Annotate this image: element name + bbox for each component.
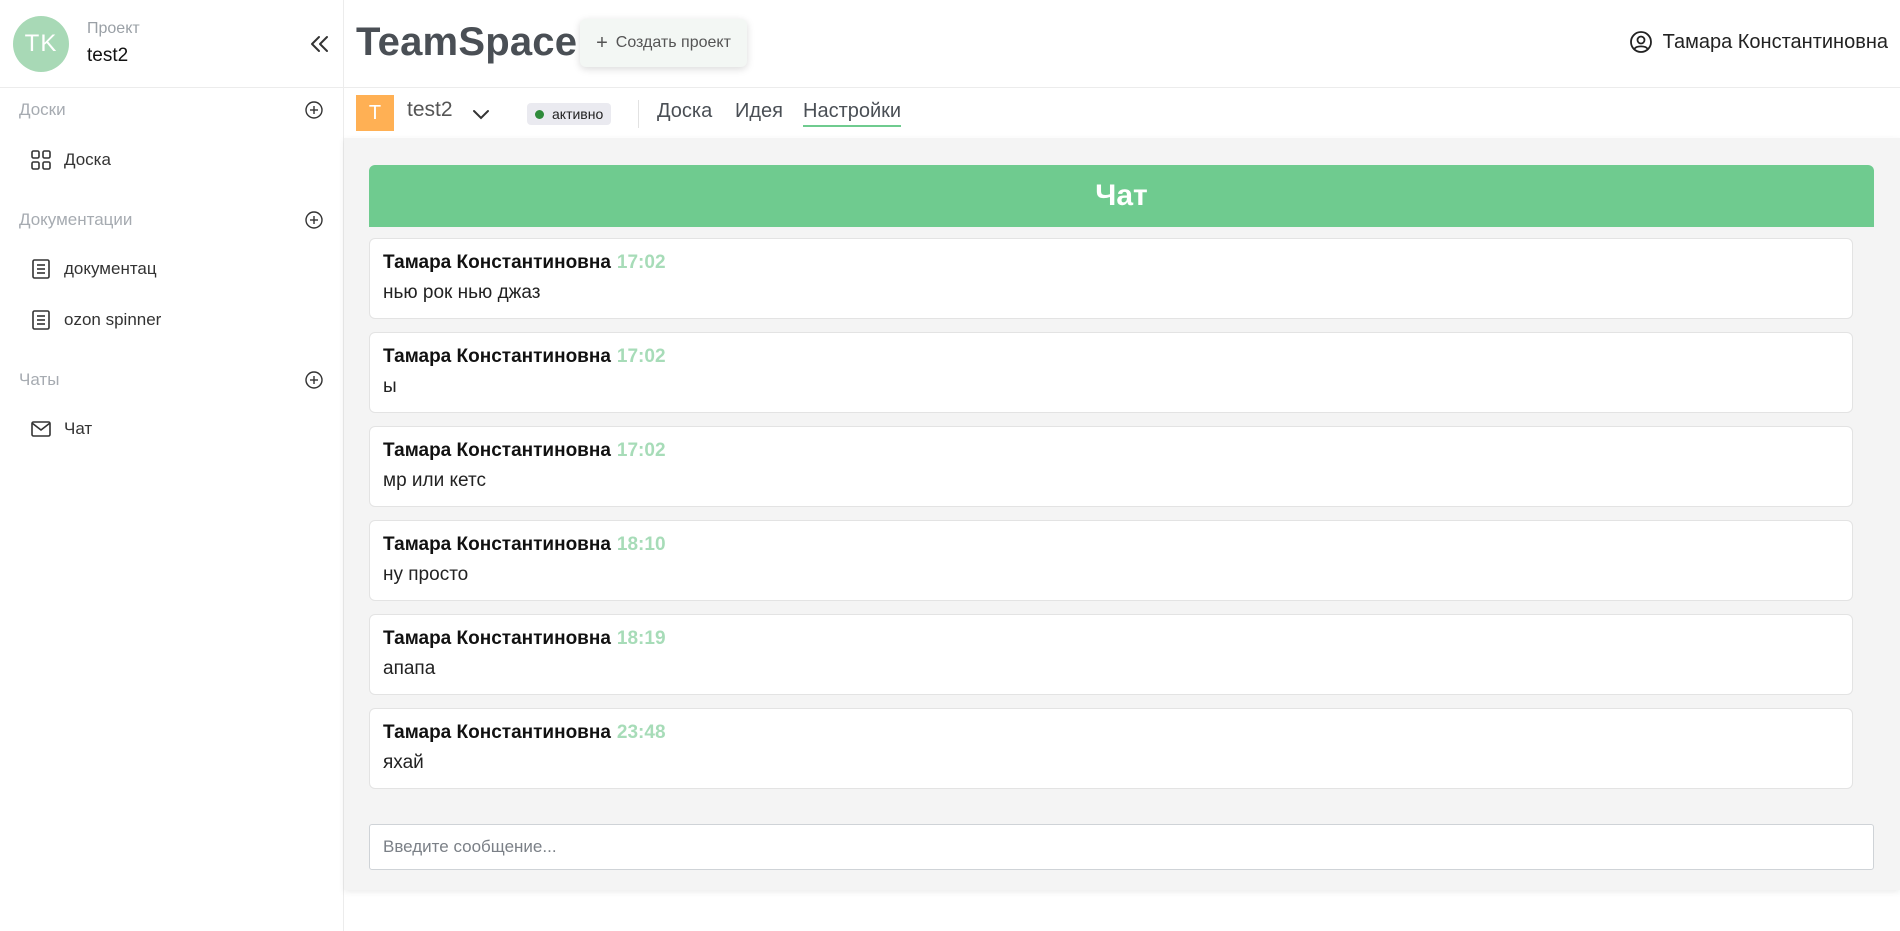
- section-docs: Документации: [0, 198, 344, 242]
- brand-title: TeamSpace: [356, 20, 578, 64]
- message-text: ы: [383, 376, 397, 397]
- plus-icon: +: [596, 31, 608, 54]
- sidebar-item-doc-1[interactable]: документац: [0, 247, 344, 291]
- message-text: мр или кетс: [383, 470, 486, 491]
- add-chat-icon[interactable]: [304, 370, 324, 390]
- tab-idea[interactable]: Идея: [735, 100, 783, 125]
- message-author: Тамара Константиновна: [383, 628, 611, 649]
- sidebar: TK Проект test2 Доски Доска Документации…: [0, 0, 344, 931]
- create-project-button[interactable]: + Создать проект: [580, 19, 747, 67]
- add-board-icon[interactable]: [304, 100, 324, 120]
- project-header: TK Проект test2: [0, 0, 343, 88]
- message-author: Тамара Константиновна: [383, 346, 611, 367]
- message-time: 17:02: [616, 346, 666, 367]
- project-meta: Проект test2: [87, 19, 140, 69]
- document-icon: [30, 309, 52, 331]
- message-author: Тамара Константиновна: [383, 252, 611, 273]
- tab-settings[interactable]: Настройки: [803, 100, 902, 127]
- message-time: 23:48: [616, 722, 666, 743]
- double-chevron-left-icon: [311, 36, 328, 52]
- project-toolbar: T test2 активно Доска Идея Настройки: [344, 88, 1900, 138]
- user-menu[interactable]: Тамара Константиновна: [1629, 30, 1888, 54]
- grid-icon: [30, 149, 52, 171]
- message-input[interactable]: [369, 824, 1874, 870]
- section-title: Документации: [19, 210, 133, 229]
- section-boards: Доски: [0, 88, 344, 132]
- mail-icon: [30, 418, 52, 440]
- chat-panel: Чат Тамара Константиновна 17:02 нью рок н…: [344, 138, 1900, 890]
- message-author: Тамара Константиновна: [383, 534, 611, 555]
- message-item: Тамара Константиновна 17:02 ы: [369, 332, 1853, 413]
- message-item: Тамара Константиновна 17:02 мр или кетс: [369, 426, 1853, 507]
- project-select[interactable]: test2: [407, 98, 453, 122]
- sidebar-item-label: документац: [64, 259, 157, 278]
- message-item: Тамара Константиновна 18:19 апапа: [369, 614, 1853, 695]
- project-name: test2: [87, 44, 129, 66]
- user-name: Тамара Константиновна: [1662, 30, 1888, 53]
- sidebar-item-label: ozon spinner: [64, 310, 162, 329]
- top-header: TeamSpace + Создать проект Тамара Конста…: [344, 0, 1900, 88]
- collapse-sidebar-button[interactable]: [303, 28, 335, 60]
- sidebar-item-chat[interactable]: Чат: [0, 407, 344, 451]
- message-time: 17:02: [616, 440, 666, 461]
- message-time: 17:02: [616, 252, 666, 273]
- message-text: нью рок нью джаз: [383, 282, 541, 303]
- divider: [638, 100, 639, 128]
- project-chip: T: [356, 95, 394, 131]
- sidebar-item-doc-2[interactable]: ozon spinner: [0, 298, 344, 342]
- message-text: яхай: [383, 752, 424, 773]
- message-author: Тамара Константиновна: [383, 440, 611, 461]
- message-time: 18:19: [616, 628, 666, 649]
- document-icon: [30, 258, 52, 280]
- user-circle-icon: [1629, 30, 1653, 54]
- section-chats: Чаты: [0, 358, 344, 402]
- status-label: активно: [552, 106, 604, 122]
- section-title: Чаты: [19, 370, 60, 389]
- message-list[interactable]: Тамара Константиновна 17:02 нью рок нью д…: [369, 238, 1874, 796]
- status-dot: [535, 109, 544, 119]
- sidebar-item-label: Чат: [64, 419, 93, 438]
- section-title: Доски: [19, 100, 66, 119]
- sidebar-item-label: Доска: [64, 150, 111, 169]
- tab-board[interactable]: Доска: [657, 100, 712, 125]
- app-root: TK Проект test2 Доски Доска Документации…: [0, 0, 1900, 931]
- message-item: Тамара Константиновна 23:48 яхай: [369, 708, 1853, 789]
- create-project-label: Создать проект: [615, 34, 731, 51]
- add-doc-icon[interactable]: [304, 210, 324, 230]
- message-text: апапа: [383, 658, 436, 679]
- sidebar-item-board[interactable]: Доска: [0, 138, 344, 182]
- message-text: ну просто: [383, 564, 469, 585]
- project-caption: Проект: [87, 19, 140, 37]
- status-badge: активно: [527, 103, 612, 125]
- message-author: Тамара Константиновна: [383, 722, 611, 743]
- message-time: 18:10: [616, 534, 666, 555]
- message-item: Тамара Константиновна 17:02 нью рок нью д…: [369, 238, 1853, 319]
- chat-title: Чат: [369, 165, 1874, 227]
- message-item: Тамара Константиновна 18:10 ну просто: [369, 520, 1853, 601]
- avatar[interactable]: TK: [13, 15, 69, 72]
- chevron-down-icon[interactable]: [471, 104, 491, 124]
